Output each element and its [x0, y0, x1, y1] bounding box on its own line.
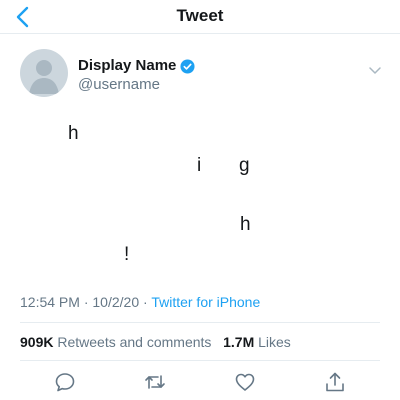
- likes-stat[interactable]: 1.7M Likes: [223, 334, 291, 350]
- tweet-actions: [0, 370, 400, 396]
- nav-bar: Tweet: [0, 0, 400, 34]
- heart-icon: [235, 373, 255, 391]
- retweets-stat[interactable]: 909K Retweets and comments: [20, 334, 211, 350]
- verified-badge-icon: [180, 58, 195, 74]
- tweet-character: h: [240, 214, 251, 235]
- tweet-stats: 909K Retweets and comments 1.7M Likes: [20, 333, 291, 351]
- page-title: Tweet: [176, 6, 224, 25]
- tweet-character: h: [68, 123, 79, 144]
- tweet-source-link[interactable]: Twitter for iPhone: [151, 294, 260, 310]
- more-options-button[interactable]: [366, 61, 384, 79]
- likes-count: 1.7M: [223, 334, 255, 350]
- divider: [20, 360, 380, 361]
- tweet-metadata: 12:54 PM · 10/2/20 · Twitter for iPhone: [20, 293, 260, 311]
- tweet-author: Display Name @username: [0, 46, 400, 106]
- chevron-down-icon: [369, 67, 381, 74]
- display-name-row: Display Name: [78, 57, 195, 75]
- share-icon: [326, 372, 344, 392]
- divider: [20, 322, 380, 323]
- tweet-text: h i g h !: [0, 115, 400, 275]
- avatar-placeholder-icon: [20, 49, 68, 97]
- display-name[interactable]: Display Name: [78, 57, 176, 75]
- meta-separator: ·: [79, 294, 93, 310]
- reply-icon: [55, 373, 75, 392]
- retweet-icon: [145, 375, 165, 389]
- retweet-button[interactable]: [143, 370, 167, 394]
- user-handle[interactable]: @username: [78, 76, 160, 94]
- retweets-label: Retweets and comments: [57, 334, 212, 350]
- tweet-character: g: [239, 155, 250, 176]
- avatar[interactable]: [20, 49, 68, 97]
- reply-button[interactable]: [53, 370, 77, 394]
- like-button[interactable]: [233, 370, 257, 394]
- likes-label: Likes: [258, 334, 291, 350]
- tweet-character: !: [124, 244, 130, 265]
- tweet-date[interactable]: 10/2/20: [92, 294, 139, 310]
- retweets-count: 909K: [20, 334, 54, 350]
- tweet-character: i: [197, 155, 202, 176]
- tweet-time[interactable]: 12:54 PM: [20, 294, 80, 310]
- meta-separator: ·: [139, 294, 152, 310]
- share-button[interactable]: [323, 370, 347, 394]
